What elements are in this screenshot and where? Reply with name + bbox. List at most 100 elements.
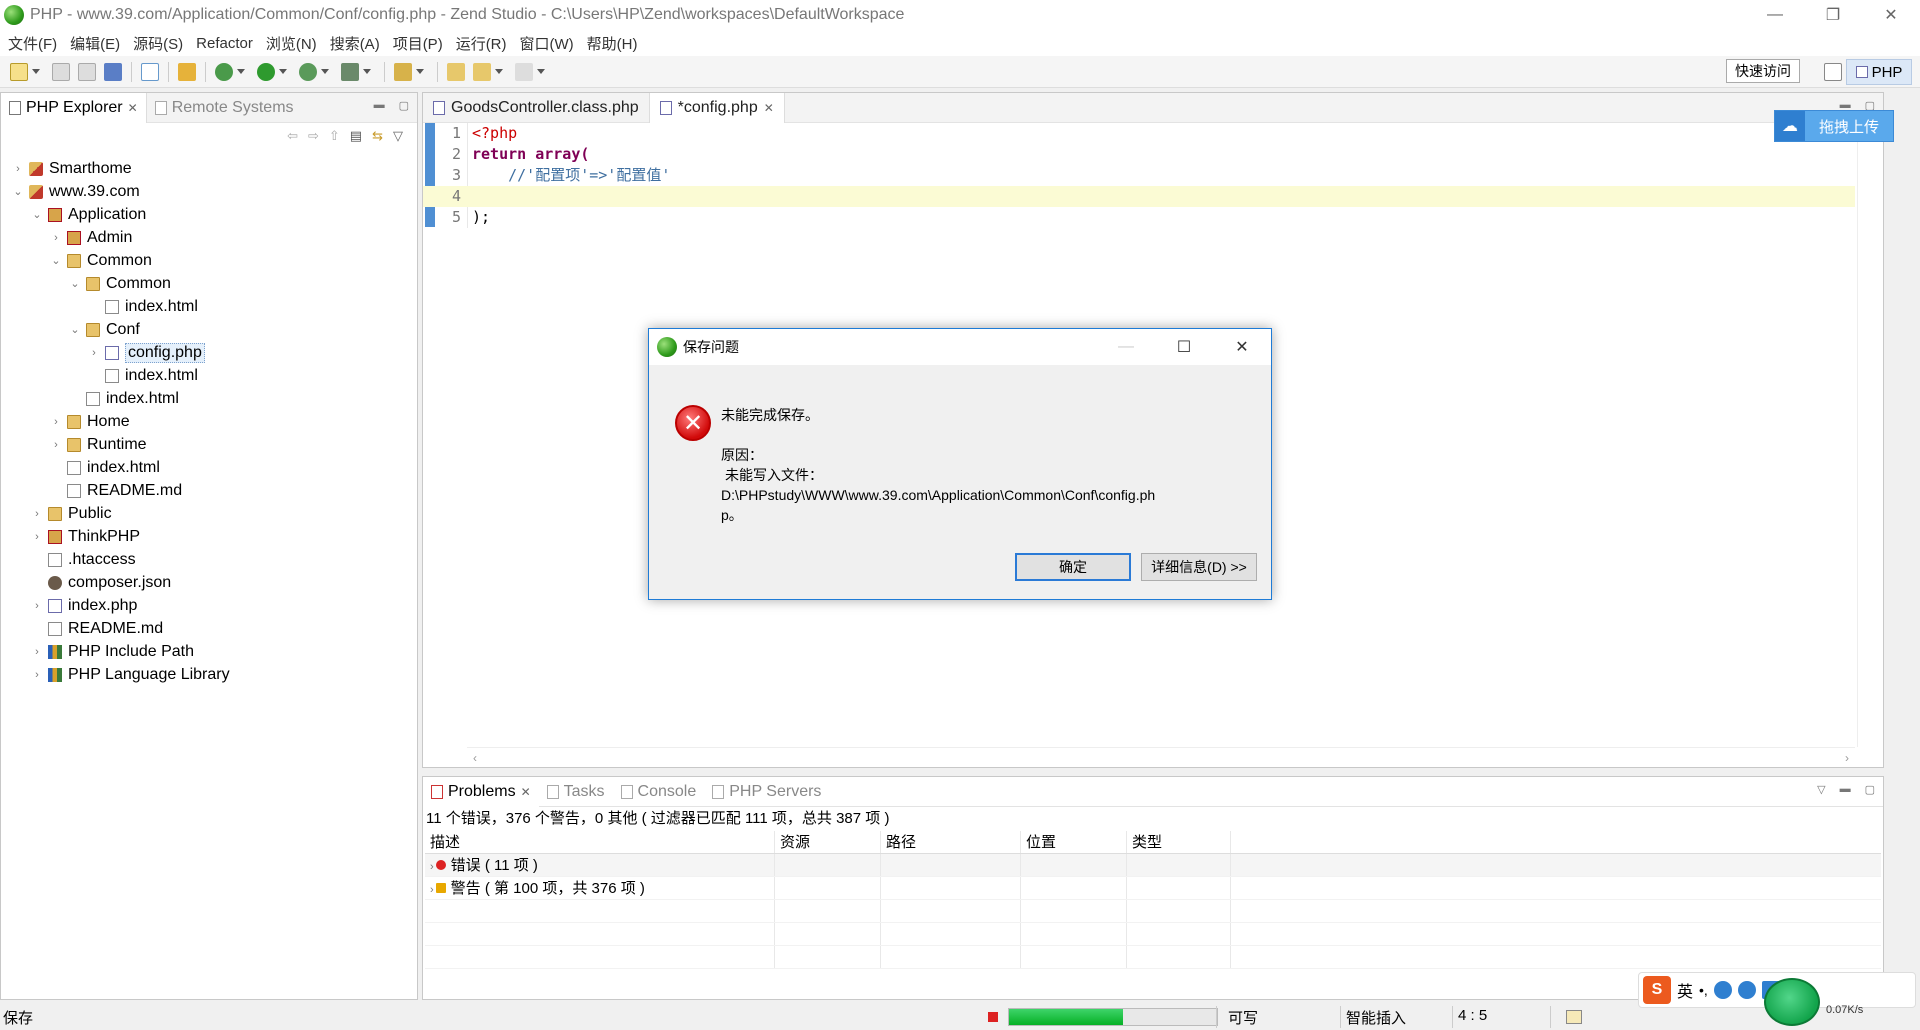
tab-console[interactable]: Console (613, 777, 705, 807)
chevron-right-icon[interactable]: › (30, 646, 44, 658)
view-menu-icon[interactable]: ▽ (393, 128, 403, 144)
chevron-right-icon[interactable]: › (30, 508, 44, 520)
annotation-dropdown-icon[interactable] (416, 69, 424, 74)
forward-icon[interactable] (515, 62, 533, 81)
new-icon[interactable] (10, 62, 28, 81)
minimize-view-icon[interactable]: ▬ (1840, 783, 1851, 796)
forward-nav-icon[interactable]: ⇨ (308, 128, 319, 144)
dialog-close-button[interactable]: ✕ (1213, 329, 1271, 365)
debug-dropdown-icon[interactable] (237, 69, 245, 74)
chevron-right-icon[interactable]: › (30, 600, 44, 612)
tree-item[interactable]: ⌄ Common (1, 272, 417, 295)
menu-source[interactable]: 源码(S) (133, 33, 183, 54)
restore-button[interactable]: ❐ (1804, 0, 1862, 30)
tree-item[interactable]: › PHP Include Path (1, 640, 417, 663)
punctuation-icon[interactable]: •, (1699, 982, 1708, 998)
chevron-right-icon[interactable]: › (87, 347, 101, 359)
minimize-button[interactable]: — (1746, 0, 1804, 30)
menu-refactor[interactable]: Refactor (196, 35, 253, 52)
tab-php-explorer[interactable]: PHP Explorer ✕ (1, 92, 147, 123)
close-icon[interactable]: ✕ (764, 101, 774, 115)
chevron-right-icon[interactable]: › (430, 884, 434, 896)
tree-item[interactable]: ⌄ www.39.com (1, 180, 417, 203)
quick-access-field[interactable]: 快速访问 (1726, 59, 1800, 83)
last-edit-icon[interactable] (447, 62, 465, 81)
network-speed-ball-icon[interactable] (1764, 978, 1820, 1026)
tree-item[interactable]: ⌄ Conf (1, 318, 417, 341)
tab-problems[interactable]: Problems ✕ (423, 776, 539, 807)
scroll-left-icon[interactable]: ‹ (473, 751, 477, 765)
tree-item[interactable]: .htaccess (1, 548, 417, 571)
tree-item[interactable]: › Smarthome (1, 157, 417, 180)
tree-item[interactable]: › Home (1, 410, 417, 433)
code-line-current[interactable]: 4 (423, 186, 1855, 207)
debug-icon[interactable] (215, 62, 233, 81)
open-perspective-icon[interactable] (1824, 63, 1842, 81)
table-row[interactable]: › 警告 ( 第 100 项，共 376 项 ) (425, 877, 1881, 900)
tree-item[interactable]: composer.json (1, 571, 417, 594)
tree-item[interactable]: index.html (1, 456, 417, 479)
close-icon[interactable]: ✕ (128, 101, 138, 115)
back-dropdown-icon[interactable] (495, 69, 503, 74)
save-icon[interactable] (52, 62, 70, 81)
close-icon[interactable]: ✕ (521, 785, 531, 799)
code-line[interactable]: 1 <?php (423, 123, 1855, 144)
stop-operation-icon[interactable] (988, 1012, 998, 1022)
tree-item[interactable]: › index.php (1, 594, 417, 617)
link-editor-icon[interactable]: ⇆ (372, 128, 383, 144)
tab-remote-systems[interactable]: Remote Systems (147, 93, 302, 123)
emoji-icon[interactable] (1713, 981, 1732, 999)
chevron-right-icon[interactable]: › (49, 416, 63, 428)
back-icon[interactable] (473, 62, 491, 81)
menu-run[interactable]: 运行(R) (456, 33, 507, 54)
run-dropdown-icon[interactable] (279, 69, 287, 74)
chevron-right-icon[interactable]: › (49, 232, 63, 244)
terminal-icon[interactable] (104, 62, 122, 81)
chevron-right-icon[interactable]: › (30, 531, 44, 543)
run-icon[interactable] (257, 62, 275, 81)
microphone-icon[interactable] (1737, 981, 1756, 999)
tree-item-selected[interactable]: › config.php (1, 341, 417, 364)
profile-dropdown-icon[interactable] (321, 69, 329, 74)
forward-dropdown-icon[interactable] (537, 69, 545, 74)
new-dropdown-icon[interactable] (32, 69, 40, 74)
ime-mode-toggle[interactable]: 英 (1677, 978, 1693, 1002)
menu-window[interactable]: 窗口(W) (520, 33, 574, 54)
column-location[interactable]: 位置 (1021, 831, 1127, 853)
tree-item[interactable]: index.html (1, 387, 417, 410)
menu-file[interactable]: 文件(F) (8, 33, 57, 54)
tab-goods-controller[interactable]: GoodsController.class.php (423, 92, 650, 123)
editor-horizontal-scrollbar[interactable]: ‹ › (467, 747, 1855, 767)
php-perspective-button[interactable]: PHP (1846, 59, 1912, 85)
dialog-maximize-button[interactable]: ☐ (1155, 329, 1213, 365)
ok-button[interactable]: 确定 (1015, 553, 1131, 581)
chevron-right-icon[interactable]: › (11, 163, 25, 175)
menu-edit[interactable]: 编辑(E) (70, 33, 120, 54)
package-toolbar-icon[interactable] (178, 62, 196, 81)
chevron-right-icon[interactable]: › (30, 669, 44, 681)
status-notification-icon[interactable] (1566, 1010, 1582, 1024)
tree-item[interactable]: README.md (1, 617, 417, 640)
save-all-icon[interactable] (78, 62, 96, 81)
tree-item[interactable]: ⌄ Application (1, 203, 417, 226)
view-menu-icon[interactable]: ▽ (1817, 783, 1825, 796)
tree-item[interactable]: README.md (1, 479, 417, 502)
menu-help[interactable]: 帮助(H) (587, 33, 638, 54)
pointer-icon[interactable] (141, 62, 159, 81)
column-type[interactable]: 类型 (1127, 831, 1231, 853)
tree-item[interactable]: › Runtime (1, 433, 417, 456)
tree-item[interactable]: › Admin (1, 226, 417, 249)
tree-item[interactable]: ⌄ Common (1, 249, 417, 272)
chevron-down-icon[interactable]: ⌄ (68, 277, 82, 290)
column-path[interactable]: 路径 (881, 831, 1021, 853)
chevron-right-icon[interactable]: › (49, 439, 63, 451)
tree-item[interactable]: › PHP Language Library (1, 663, 417, 686)
menu-project[interactable]: 项目(P) (393, 33, 443, 54)
code-line[interactable]: 3 //'配置项'=>'配置值' (423, 165, 1855, 186)
run-profile-icon[interactable] (299, 62, 317, 81)
editor-vertical-scrollbar[interactable] (1857, 123, 1883, 747)
chevron-down-icon[interactable]: ⌄ (68, 323, 82, 336)
chevron-down-icon[interactable]: ⌄ (11, 185, 25, 198)
column-resource[interactable]: 资源 (775, 831, 881, 853)
minimize-view-icon[interactable]: ▬ (374, 99, 385, 112)
